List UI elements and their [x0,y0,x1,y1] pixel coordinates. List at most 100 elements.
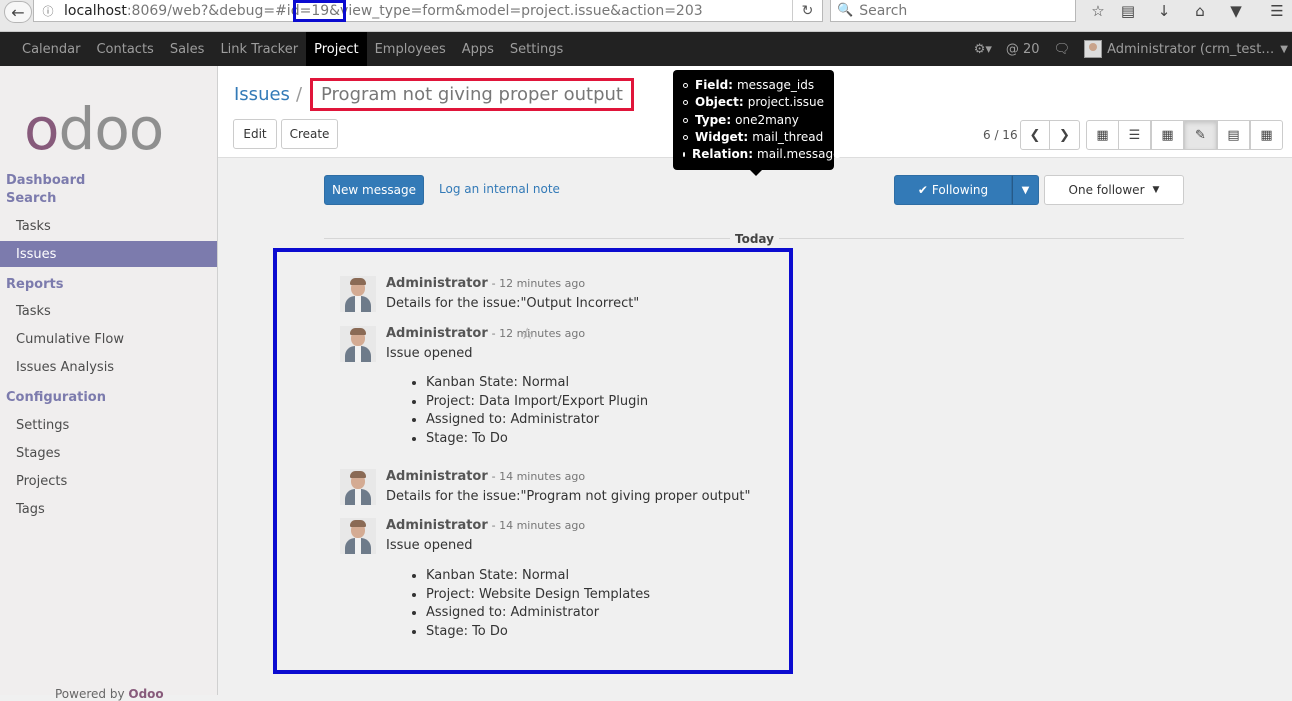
sidebar-item-report-tasks[interactable]: Tasks [0,298,217,324]
browser-toolbar: ← ⓘ localhost:8069/web?&debug=#id=19&vie… [0,0,1292,32]
search-placeholder: Search [859,2,908,19]
message-date: - 14 minutes ago [491,470,586,483]
message-author[interactable]: Administrator [386,469,488,484]
following-button[interactable]: ✔ Following [894,175,1012,205]
author-avatar[interactable] [340,469,376,505]
message-author[interactable]: Administrator [386,276,488,291]
breadcrumb-issues[interactable]: Issues [234,84,290,105]
menu-calendar[interactable]: Calendar [14,32,88,66]
calendar-view-icon[interactable]: ▦ [1151,120,1184,150]
kanban-view-icon[interactable]: ▦ [1086,120,1119,150]
author-avatar[interactable] [340,326,376,362]
download-icon[interactable]: ↓ [1149,1,1179,21]
tooltip-row: Widget: mail_thread [683,129,824,146]
browser-search-input[interactable]: 🔍 Search [830,0,1076,22]
bug-icon[interactable]: ⚙▾ [974,42,992,57]
bookmark-star-icon[interactable]: ☆ [1083,1,1113,21]
hamburger-menu-icon[interactable]: ☰ [1262,1,1292,21]
reload-icon[interactable]: ↻ [792,0,822,22]
menu-employees[interactable]: Employees [367,32,454,66]
url-id-highlight [293,0,346,22]
tracking-item: Assigned to: Administrator [426,604,650,623]
user-label: Administrator (crm_test… [1107,41,1275,57]
message-header: Administrator - 12 minutes ago [386,326,585,341]
edit-button[interactable]: Edit [233,119,277,149]
star-icon[interactable]: ☆ [520,324,534,343]
author-avatar[interactable] [340,276,376,312]
tracking-item: Project: Data Import/Export Plugin [426,393,648,412]
pivot-view-icon[interactable]: ▦ [1250,120,1283,150]
mentions-counter[interactable]: @ 20 [1006,42,1040,57]
breadcrumb: Issues / Program not giving proper outpu… [234,78,634,111]
menu-sales[interactable]: Sales [162,32,213,66]
menu-contacts[interactable]: Contacts [88,32,161,66]
sidebar: odoo Dashboard Search Tasks Issues Repor… [0,66,218,701]
sidebar-item-projects[interactable]: Projects [0,468,217,494]
form-view-icon[interactable]: ✎ [1184,120,1217,150]
tooltip-row: Field: message_ids [683,77,824,94]
caret-down-icon: ▼ [1280,43,1288,55]
logo-rest: doo [58,95,165,163]
sidebar-section-search[interactable]: Search [6,191,56,206]
author-avatar[interactable] [340,518,376,554]
sidebar-section-dashboard[interactable]: Dashboard [6,173,85,188]
message-body: Details for the issue:"Program not givin… [386,489,751,504]
message-date: - 12 minutes ago [491,277,586,290]
sidebar-item-cumulative-flow[interactable]: Cumulative Flow [0,326,217,352]
sidebar-item-issues-analysis[interactable]: Issues Analysis [0,354,217,380]
url-text: localhost:8069/web?&debug=#id=19&view_ty… [64,2,703,19]
sidebar-section-configuration[interactable]: Configuration [6,390,106,405]
tracking-item: Stage: To Do [426,623,650,642]
message-date: - 12 minutes ago [491,327,586,340]
message-body: Issue opened [386,346,473,361]
pager-value: 6 / 16 [983,128,1018,142]
followers-label: One follower [1068,183,1145,197]
back-arrow-icon[interactable]: ← [4,1,32,23]
message-header: Administrator - 14 minutes ago [386,469,585,484]
message-header: Administrator - 14 minutes ago [386,518,585,533]
main-menu: Calendar Contacts Sales Link Tracker Pro… [0,32,1292,66]
create-button[interactable]: Create [281,119,338,149]
message-body: Issue opened [386,538,473,553]
menu-link-tracker[interactable]: Link Tracker [212,32,306,66]
sidebar-item-settings[interactable]: Settings [0,412,217,438]
menu-apps[interactable]: Apps [454,32,502,66]
url-bar[interactable]: ⓘ localhost:8069/web?&debug=#id=19&view_… [33,0,823,22]
pager-previous-icon[interactable]: ❮ [1020,120,1050,150]
home-icon[interactable]: ⌂ [1185,1,1215,21]
tracking-values: Kanban State: Normal Project: Website De… [406,567,650,641]
tracking-values: Kanban State: Normal Project: Data Impor… [406,374,648,448]
message-author[interactable]: Administrator [386,518,488,533]
tooltip-row: Type: one2many [683,112,824,129]
tracking-item: Kanban State: Normal [426,567,650,586]
followers-dropdown[interactable]: One follower ▼ [1044,175,1184,205]
graph-view-icon[interactable]: ▤ [1217,120,1250,150]
user-avatar [1084,40,1103,58]
menu-settings[interactable]: Settings [502,32,571,66]
new-message-button[interactable]: New message [324,175,424,205]
user-menu[interactable]: Administrator (crm_test… ▼ [1084,40,1288,58]
search-icon: 🔍 [837,3,854,18]
day-label: Today [730,232,779,246]
sidebar-item-stages[interactable]: Stages [0,440,217,466]
tracking-item: Kanban State: Normal [426,374,648,393]
list-view-icon[interactable]: ☰ [1118,120,1151,150]
chat-icon[interactable]: 🗨 [1054,42,1071,57]
info-icon[interactable]: ⓘ [38,3,58,19]
sidebar-item-issues[interactable]: Issues [0,241,217,267]
sidebar-item-tasks[interactable]: Tasks [0,213,217,239]
pager-next-icon[interactable]: ❯ [1049,120,1080,150]
field-debug-tooltip: Field: message_ids Object: project.issue T… [673,70,841,176]
sidebar-item-tags[interactable]: Tags [0,496,217,522]
pocket-icon[interactable]: ▼ [1221,1,1251,21]
odoo-logo[interactable]: odoo [24,100,164,158]
caret-down-icon: ▼ [1152,185,1160,195]
message-date: - 14 minutes ago [491,519,586,532]
sidebar-section-reports[interactable]: Reports [6,277,63,292]
following-dropdown-icon[interactable]: ▼ [1012,175,1039,205]
message-author[interactable]: Administrator [386,326,488,341]
reading-list-icon[interactable]: ▤ [1113,1,1143,21]
menu-project[interactable]: Project [306,32,367,66]
check-icon: ✔ [917,183,928,197]
log-note-link[interactable]: Log an internal note [439,182,560,196]
